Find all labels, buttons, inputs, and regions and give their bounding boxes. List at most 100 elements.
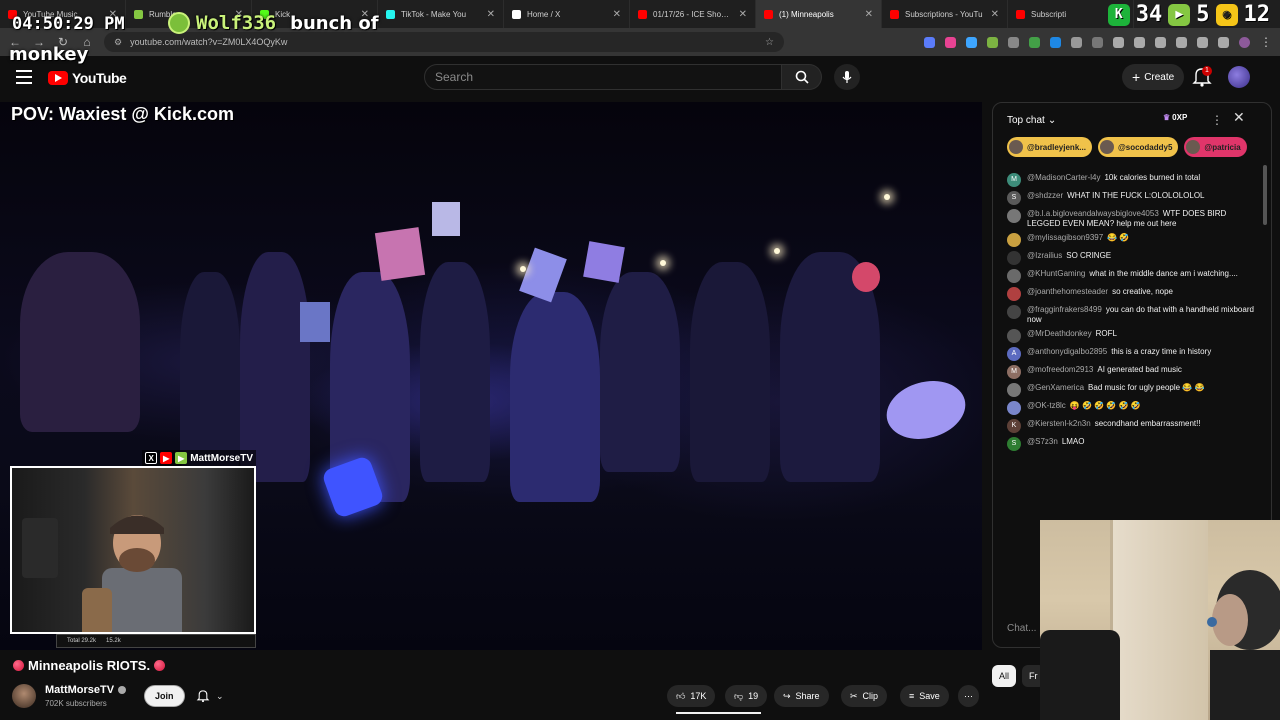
chat-avatar: S <box>1007 191 1021 205</box>
chat-text: this is a crazy time in history <box>1111 347 1212 356</box>
chat-scrollbar-thumb[interactable] <box>1263 165 1267 225</box>
tab-close-icon[interactable]: ✕ <box>739 9 747 20</box>
verified-check-icon <box>118 686 127 694</box>
chat-message[interactable]: M @MadisonCarter-l4y 10k calories burned i… <box>1007 171 1255 189</box>
browser-tab[interactable]: Home / X ✕ <box>504 0 630 28</box>
chat-message[interactable]: @KHuntGaming what in the middle dance am … <box>1007 267 1255 285</box>
tab-close-icon[interactable]: ✕ <box>487 9 495 20</box>
search-input[interactable] <box>435 70 781 84</box>
pinned-chip[interactable]: @socodaddy5 <box>1097 137 1179 157</box>
chat-message[interactable]: @fragginfrakers8499 you can do that with … <box>1007 303 1255 327</box>
filter-chip-all[interactable]: All <box>992 665 1017 687</box>
profile-avatar[interactable] <box>1239 36 1250 48</box>
pinned-chip[interactable]: @bradleyjenk... <box>1007 137 1092 157</box>
clip-label: Clip <box>862 691 879 701</box>
menu-icon[interactable] <box>16 70 32 88</box>
share-button[interactable]: ↪ Share <box>774 685 829 707</box>
plus-icon: + <box>1132 69 1141 85</box>
chat-avatar <box>1007 329 1021 343</box>
close-chat-icon[interactable]: ✕ <box>1233 109 1245 126</box>
create-button[interactable]: + Create <box>1122 64 1185 90</box>
tab-close-icon[interactable]: ✕ <box>865 9 873 20</box>
devtools-icon[interactable] <box>1155 36 1166 48</box>
chat-message-body: @KHuntGaming what in the middle dance am … <box>1027 269 1255 283</box>
chat-message[interactable]: M @mofreedom2913 AI generated bad music <box>1007 363 1255 381</box>
chat-text: SO CRINGE <box>1066 251 1112 260</box>
xp-label: 0XP <box>1172 113 1188 122</box>
chat-username: @MrDeathdonkey <box>1027 329 1092 338</box>
browser-tab[interactable]: TikTok - Make You ✕ <box>378 0 504 28</box>
tab-label: Home / X <box>527 9 561 19</box>
chat-message[interactable]: A @anthonydigalbo2895 this is a crazy time… <box>1007 345 1255 363</box>
extension-icon[interactable] <box>1071 36 1082 48</box>
dislike-button[interactable]: 👎︎ 19 <box>725 685 768 707</box>
save-button[interactable]: ≡ Save <box>900 685 949 707</box>
chat-message-body: @MadisonCarter-l4y 10k calories burned in… <box>1027 173 1255 187</box>
like-count: 17K <box>690 691 707 701</box>
browser-menu-icon[interactable]: ⋮ <box>1260 35 1272 49</box>
chat-message[interactable]: S @shdzzer WHAT IN THE FUCK L:OLOLOLOLOL <box>1007 189 1255 207</box>
webcam-chair <box>1040 630 1120 720</box>
account-avatar[interactable] <box>1228 66 1250 88</box>
extension-icon[interactable] <box>1029 36 1040 48</box>
channel-avatar[interactable] <box>12 684 36 708</box>
chat-message[interactable]: @OK-tz8lc 😝 🤣 🤣 🤣 🤣 🤣 <box>1007 399 1255 417</box>
chat-message-body: @b.l.a.bigloveandalwaysbiglove4053 WTF DO… <box>1027 209 1255 229</box>
side-panel-icon[interactable] <box>1176 36 1187 48</box>
extensions-puzzle-icon[interactable] <box>1092 36 1103 48</box>
extension-icon[interactable] <box>945 36 956 48</box>
extension-icon[interactable] <box>924 36 935 48</box>
xp-badge[interactable]: ♛ 0XP <box>1163 113 1187 122</box>
voice-search-button[interactable] <box>834 64 860 90</box>
extension-icon[interactable] <box>1134 36 1145 48</box>
bookmark-star-icon[interactable]: ☆ <box>765 37 774 48</box>
chat-message[interactable]: @MrDeathdonkey ROFL <box>1007 327 1255 345</box>
more-horizontal-icon: ⋯ <box>964 690 973 701</box>
extension-icon[interactable] <box>987 36 998 48</box>
downloads-icon[interactable] <box>1218 36 1229 48</box>
extension-icon[interactable] <box>1008 36 1019 48</box>
browser-tab[interactable]: 01/17/26 - ICE Shootin ✕ <box>630 0 756 28</box>
browser-tab[interactable]: (1) Minneapolis ✕ <box>756 0 882 28</box>
stream-chatter-avatar <box>168 12 190 34</box>
more-actions-button[interactable]: ⋯ <box>958 685 979 707</box>
chat-message[interactable]: K @Kierstenl-k2n3n secondhand embarrassmen… <box>1007 417 1255 435</box>
chat-message[interactable]: @joanthehomesteader so creative, nope <box>1007 285 1255 303</box>
chat-message[interactable]: @GenXamerica Bad music for ugly people 😂 … <box>1007 381 1255 399</box>
tab-close-icon[interactable]: ✕ <box>613 9 621 20</box>
clip-button[interactable]: ✂ Clip <box>841 685 888 707</box>
youtube-icon: ▶ <box>160 452 173 464</box>
chat-username: @shdzzer <box>1027 191 1064 200</box>
pinned-name: @socodaddy5 <box>1117 142 1173 152</box>
like-button[interactable]: 👍︎ 17K <box>667 685 716 707</box>
chat-message[interactable]: @Izrailius SO CRINGE <box>1007 249 1255 267</box>
channel-name[interactable]: MattMorseTV <box>45 684 127 696</box>
extension-icon[interactable] <box>1050 36 1061 48</box>
tab-close-icon[interactable]: ✕ <box>991 9 999 20</box>
webcam-stat-second: 15.2k <box>106 638 121 644</box>
browser-tab[interactable]: Subscriptions - YouTu ✕ <box>882 0 1008 28</box>
search-button[interactable] <box>782 64 822 90</box>
chat-avatar <box>1007 305 1021 319</box>
stream-clock: 04:50:29 PM <box>12 14 125 34</box>
site-info-icon[interactable]: ⚙ <box>114 37 122 48</box>
rumble-icon: ▶ <box>1168 3 1191 26</box>
history-icon[interactable] <box>1113 36 1124 48</box>
reading-list-icon[interactable] <box>1197 36 1208 48</box>
chat-text: 10k calories burned in total <box>1104 173 1201 182</box>
chat-message[interactable]: @mylissagibson9397 😂 🤣 <box>1007 231 1255 249</box>
chat-mode-dropdown[interactable]: Top chat ⌄ <box>1007 115 1056 126</box>
chat-message-body: @shdzzer WHAT IN THE FUCK L:OLOLOLOLOL <box>1027 191 1255 205</box>
chat-more-options-icon[interactable]: ⋮ <box>1211 113 1223 127</box>
join-button[interactable]: Join <box>144 685 185 707</box>
pinned-chip[interactable]: @patricia <box>1184 137 1247 157</box>
create-label: Create <box>1144 71 1175 83</box>
subscription-notifications-button[interactable]: ⌄ <box>192 685 238 707</box>
chat-message[interactable]: S @S7z3n LMAO <box>1007 435 1255 453</box>
youtube-logo-text: YouTube <box>72 70 127 86</box>
webcam-person <box>1207 570 1280 720</box>
chat-message[interactable]: @b.l.a.bigloveandalwaysbiglove4053 WTF DO… <box>1007 207 1255 231</box>
youtube-logo[interactable]: YouTube <box>48 70 127 86</box>
address-bar[interactable]: ⚙ youtube.com/watch?v=ZM0LX4OQyKw ☆ <box>104 32 784 52</box>
extension-icon[interactable] <box>966 36 977 48</box>
